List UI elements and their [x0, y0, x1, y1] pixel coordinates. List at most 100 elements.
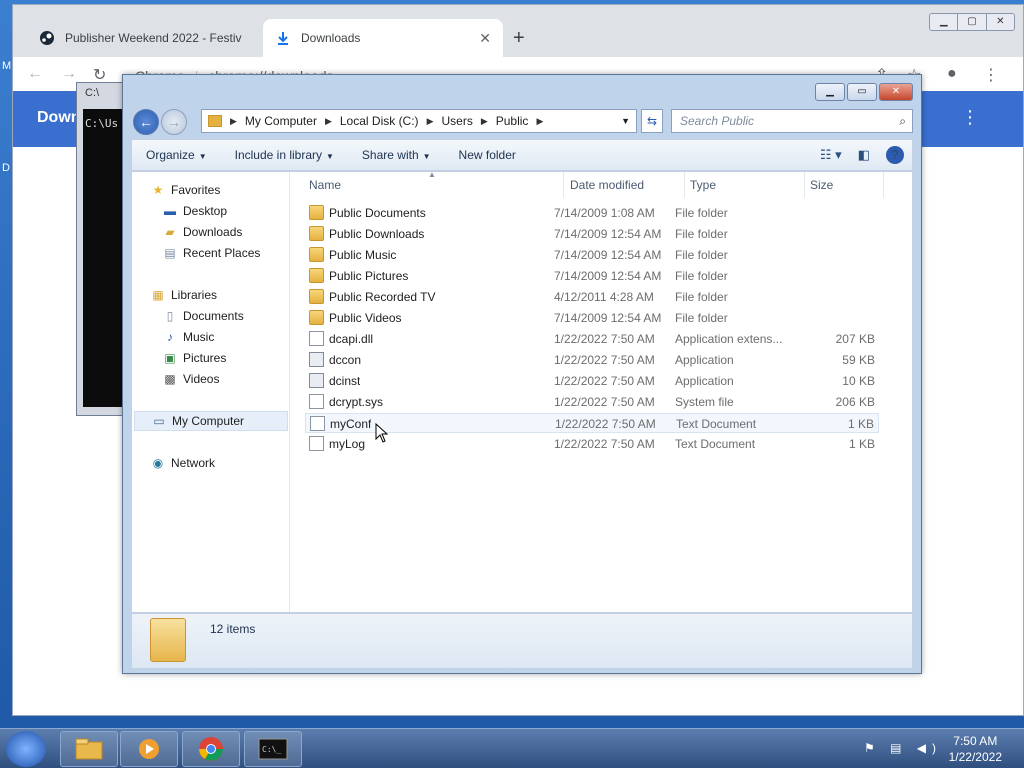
downloads-folder-icon: ▰: [165, 225, 175, 239]
taskbar-chrome-icon[interactable]: [182, 731, 240, 767]
libraries-icon: ▦: [152, 288, 164, 302]
nav-favorites[interactable]: ★ Favorites: [150, 180, 306, 200]
file-row[interactable]: dcrypt.sys 1/22/2022 7:50 AM System file 20…: [305, 392, 879, 412]
file-date: 1/22/2022 7:50 AM: [554, 374, 655, 388]
back-button[interactable]: ←: [133, 109, 159, 135]
column-separator[interactable]: [563, 172, 564, 198]
column-date-modified[interactable]: Date modified: [570, 178, 644, 192]
file-row[interactable]: Public Pictures 7/14/2009 12:54 AM File fo…: [305, 266, 879, 286]
chevron-down-icon[interactable]: ▼: [621, 116, 630, 126]
start-button[interactable]: [6, 731, 46, 767]
taskbar-explorer-icon[interactable]: [60, 731, 118, 767]
nav-my-computer[interactable]: ▭ My Computer: [134, 411, 288, 431]
more-actions-icon[interactable]: ⋮: [961, 107, 979, 128]
desktop-icon-label[interactable]: M: [2, 60, 11, 72]
close-button[interactable]: ✕: [985, 14, 1014, 30]
close-tab-icon[interactable]: ✕: [479, 30, 491, 47]
minimize-button[interactable]: ▁: [815, 83, 845, 101]
file-type: Text Document: [675, 437, 756, 451]
close-button[interactable]: ✕: [879, 83, 913, 101]
file-row[interactable]: dcinst 1/22/2022 7:50 AM Application 10 KB: [305, 371, 879, 391]
taskbar-media-player-icon[interactable]: [120, 731, 178, 767]
file-row[interactable]: Public Videos 7/14/2009 12:54 AM File fold…: [305, 308, 879, 328]
back-icon[interactable]: ←: [27, 65, 43, 83]
search-input[interactable]: Search Public ⌕: [671, 109, 913, 133]
breadcrumb-separator-icon[interactable]: ▶: [325, 116, 332, 127]
nav-libraries[interactable]: ▦ Libraries: [150, 285, 306, 305]
system-tray: ⚑ ▤ ◀) 7:50 AM 1/22/2022: [854, 729, 1024, 768]
breadcrumb-users[interactable]: Users: [441, 114, 472, 128]
file-row[interactable]: Public Documents 7/14/2009 1:08 AM File fo…: [305, 203, 879, 223]
file-icon: [309, 436, 324, 451]
search-icon[interactable]: ⌕: [899, 110, 906, 132]
maximize-button[interactable]: ▭: [847, 83, 877, 101]
tab-downloads[interactable]: Downloads ✕: [263, 19, 503, 57]
clock[interactable]: 7:50 AM 1/22/2022: [949, 733, 1002, 765]
preview-pane-icon[interactable]: ◧: [858, 147, 870, 163]
recent-places-icon: ▤: [164, 246, 176, 260]
help-icon[interactable]: ?: [886, 146, 904, 164]
tab-publisher-weekend[interactable]: Publisher Weekend 2022 - Festiv: [27, 19, 259, 57]
breadcrumb-separator-icon[interactable]: ▶: [230, 116, 237, 127]
window-controls: ▁ ▭ ✕: [813, 83, 913, 101]
address-bar[interactable]: ▶ My Computer ▶ Local Disk (C:) ▶ Users …: [201, 109, 637, 133]
column-header: Name ▲ Date modified Type Size: [291, 170, 912, 198]
change-view-icon[interactable]: ☷ ▾: [820, 147, 842, 163]
maximize-button[interactable]: ▢: [957, 14, 985, 30]
file-size: 1 KB: [847, 417, 874, 431]
desktop-icon-label[interactable]: D: [2, 162, 10, 174]
tab-title: Publisher Weekend 2022 - Festiv: [65, 31, 242, 45]
forward-icon[interactable]: →: [61, 65, 77, 83]
file-name: dcrypt.sys: [329, 395, 384, 409]
file-row[interactable]: myLog 1/22/2022 7:50 AM Text Document 1 KB: [305, 434, 879, 454]
profile-icon[interactable]: ●: [947, 65, 957, 83]
breadcrumb-separator-icon[interactable]: ▶: [536, 116, 543, 127]
breadcrumb-public[interactable]: Public: [496, 114, 529, 128]
file-name: Public Pictures: [329, 269, 409, 283]
file-size: 59 KB: [842, 353, 875, 367]
breadcrumb-separator-icon[interactable]: ▶: [427, 116, 434, 127]
breadcrumb-my-computer[interactable]: My Computer: [245, 114, 317, 128]
new-tab-button[interactable]: +: [513, 27, 525, 50]
file-row[interactable]: Public Music 7/14/2009 12:54 AM File folde…: [305, 245, 879, 265]
column-size[interactable]: Size: [810, 178, 833, 192]
file-row[interactable]: myConf 1/22/2022 7:50 AM Text Document 1 KB: [305, 413, 879, 433]
file-row[interactable]: dccon 1/22/2022 7:50 AM Application 59 KB: [305, 350, 879, 370]
tray-icons[interactable]: ⚑ ▤ ◀): [864, 741, 942, 755]
column-separator[interactable]: [883, 172, 884, 198]
dll-icon: [309, 331, 324, 346]
file-row[interactable]: dcapi.dll 1/22/2022 7:50 AM Application ex…: [305, 329, 879, 349]
organize-button[interactable]: Organize ▼: [132, 148, 221, 162]
refresh-button[interactable]: ⇆: [641, 109, 663, 133]
menu-icon[interactable]: ⋮: [983, 65, 999, 85]
file-size: 206 KB: [835, 395, 875, 409]
file-type: File folder: [675, 269, 728, 283]
minimize-button[interactable]: ▁: [930, 14, 957, 30]
navigation-bar: ← → ▶ My Computer ▶ Local Disk (C:) ▶ Us…: [131, 107, 913, 135]
column-separator[interactable]: [684, 172, 685, 198]
breadcrumb-local-disk[interactable]: Local Disk (C:): [340, 114, 419, 128]
include-in-library-button[interactable]: Include in library ▼: [221, 148, 348, 162]
column-name[interactable]: Name: [309, 178, 341, 192]
forward-button[interactable]: →: [161, 109, 187, 135]
folder-icon: [208, 115, 222, 127]
folder-icon: [150, 618, 186, 662]
music-icon: ♪: [167, 330, 173, 344]
folder-icon: [309, 268, 324, 283]
share-with-button[interactable]: Share with ▼: [348, 148, 445, 162]
file-type: File folder: [675, 290, 728, 304]
column-type[interactable]: Type: [690, 178, 716, 192]
file-date: 7/14/2009 1:08 AM: [554, 206, 655, 220]
mouse-cursor-icon: [375, 423, 389, 443]
file-date: 1/22/2022 7:50 AM: [555, 417, 656, 431]
breadcrumb-separator-icon[interactable]: ▶: [481, 116, 488, 127]
file-row[interactable]: Public Downloads 7/14/2009 12:54 AM File f…: [305, 224, 879, 244]
taskbar-cmd-icon[interactable]: C:\_: [244, 731, 302, 767]
explorer-titlebar[interactable]: ▁ ▭ ✕: [123, 75, 921, 111]
nav-network[interactable]: ◉ Network: [150, 453, 306, 473]
new-folder-button[interactable]: New folder: [445, 148, 530, 162]
file-icon: [310, 416, 325, 431]
file-row[interactable]: Public Recorded TV 4/12/2011 4:28 AM File …: [305, 287, 879, 307]
clock-time: 7:50 AM: [953, 734, 998, 748]
column-separator[interactable]: [804, 172, 805, 198]
